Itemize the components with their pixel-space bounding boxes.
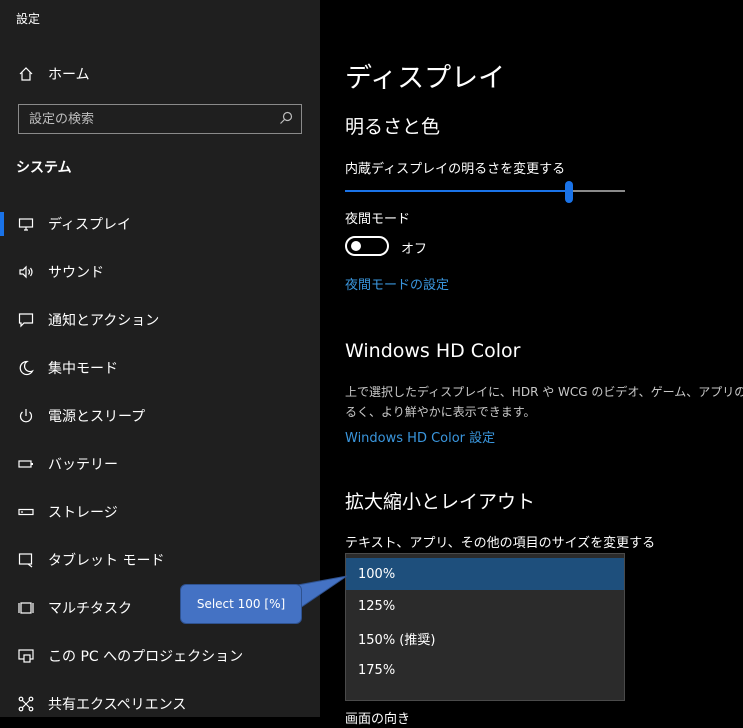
orientation-label: 画面の向き (345, 712, 411, 727)
sidebar-item-sound[interactable]: サウンド (0, 248, 320, 296)
sidebar-item-label: マルチタスク (48, 601, 132, 617)
annotation-callout: Select 100 [%] (180, 584, 302, 624)
storage-icon (18, 504, 34, 520)
night-mode-toggle[interactable] (345, 236, 389, 256)
hdr-section-heading: Windows HD Color (345, 340, 521, 362)
share-icon (18, 696, 34, 712)
scale-option-125[interactable]: 125% (346, 590, 624, 622)
speaker-icon (18, 264, 34, 280)
main-content: ディスプレイ 明るさと色 内蔵ディスプレイの明るさを変更する 夜間モード オフ … (345, 0, 743, 727)
sidebar-item-tablet-mode[interactable]: タブレット モード (0, 536, 320, 584)
brightness-label: 内蔵ディスプレイの明るさを変更する (345, 162, 566, 177)
scale-option-100[interactable]: 100% (346, 558, 624, 590)
moon-icon (18, 360, 34, 376)
sidebar-item-shared-experiences[interactable]: 共有エクスペリエンス (0, 680, 320, 728)
section-heading: システム (16, 160, 72, 176)
sidebar-item-label: ストレージ (48, 505, 118, 521)
multitask-icon (18, 600, 34, 616)
sidebar-item-label: 共有エクスペリエンス (48, 697, 187, 713)
scale-option-175[interactable]: 175% (346, 654, 624, 686)
slider-track-fill (345, 190, 569, 192)
slider-thumb[interactable] (565, 181, 573, 203)
notification-icon (18, 312, 34, 328)
brightness-section-heading: 明るさと色 (345, 116, 441, 138)
scale-section-heading: 拡大縮小とレイアウト (345, 491, 536, 513)
search-input[interactable] (29, 111, 279, 127)
monitor-icon (18, 216, 34, 232)
sidebar-item-label: タブレット モード (48, 553, 165, 569)
sidebar-item-label: サウンド (48, 265, 104, 281)
sidebar-item-notifications[interactable]: 通知とアクション (0, 296, 320, 344)
scale-option-150[interactable]: 150% (推奨) (346, 622, 624, 654)
sidebar-item-focus[interactable]: 集中モード (0, 344, 320, 392)
power-icon (18, 408, 34, 424)
night-mode-label: 夜間モード (345, 212, 411, 227)
sidebar-item-label: 電源とスリープ (48, 409, 146, 425)
brightness-slider[interactable] (345, 180, 625, 204)
sidebar-item-projection[interactable]: この PC へのプロジェクション (0, 632, 320, 680)
scale-label: テキスト、アプリ、その他の項目のサイズを変更する (345, 536, 656, 551)
window-title: 設定 (16, 12, 41, 26)
sidebar-item-power[interactable]: 電源とスリープ (0, 392, 320, 440)
home-icon (18, 66, 34, 82)
hdr-description: 上で選択したディスプレイに、HDR や WCG のビデオ、ゲーム、アプリの画像を… (345, 382, 743, 422)
sidebar-item-display[interactable]: ディスプレイ (0, 200, 320, 248)
hdr-description-line: るく、より鮮やかに表示できます。 (345, 405, 536, 419)
sidebar-item-label: バッテリー (48, 457, 118, 473)
slider-track (569, 190, 625, 192)
sidebar-item-storage[interactable]: ストレージ (0, 488, 320, 536)
home-button[interactable]: ホーム (18, 64, 90, 84)
night-mode-settings-link[interactable]: 夜間モードの設定 (345, 274, 449, 293)
home-label: ホーム (48, 67, 90, 83)
hdr-settings-link[interactable]: Windows HD Color 設定 (345, 427, 495, 446)
night-mode-state: オフ (401, 242, 428, 257)
sidebar-item-label: 通知とアクション (48, 313, 160, 329)
battery-icon (18, 456, 34, 472)
hdr-description-line: 上で選択したディスプレイに、HDR や WCG のビデオ、ゲーム、アプリの画像を (345, 385, 743, 399)
scale-dropdown-list[interactable]: 100% 125% 150% (推奨) 175% (345, 553, 625, 701)
toggle-knob (351, 241, 361, 251)
sidebar-item-label: この PC へのプロジェクション (48, 649, 244, 665)
annotation-text: Select 100 [%] (196, 597, 286, 611)
sidebar-item-label: ディスプレイ (48, 217, 132, 233)
sidebar-item-label: 集中モード (48, 361, 118, 377)
sidebar-item-battery[interactable]: バッテリー (0, 440, 320, 488)
search-box[interactable] (18, 104, 302, 134)
tablet-icon (18, 552, 34, 568)
search-icon[interactable] (279, 110, 293, 129)
page-title: ディスプレイ (345, 63, 506, 94)
projection-icon (18, 648, 34, 664)
nav-list: ディスプレイ サウンド 通知とアクション 集中モード 電源とスリープ バッテリー… (0, 200, 320, 728)
